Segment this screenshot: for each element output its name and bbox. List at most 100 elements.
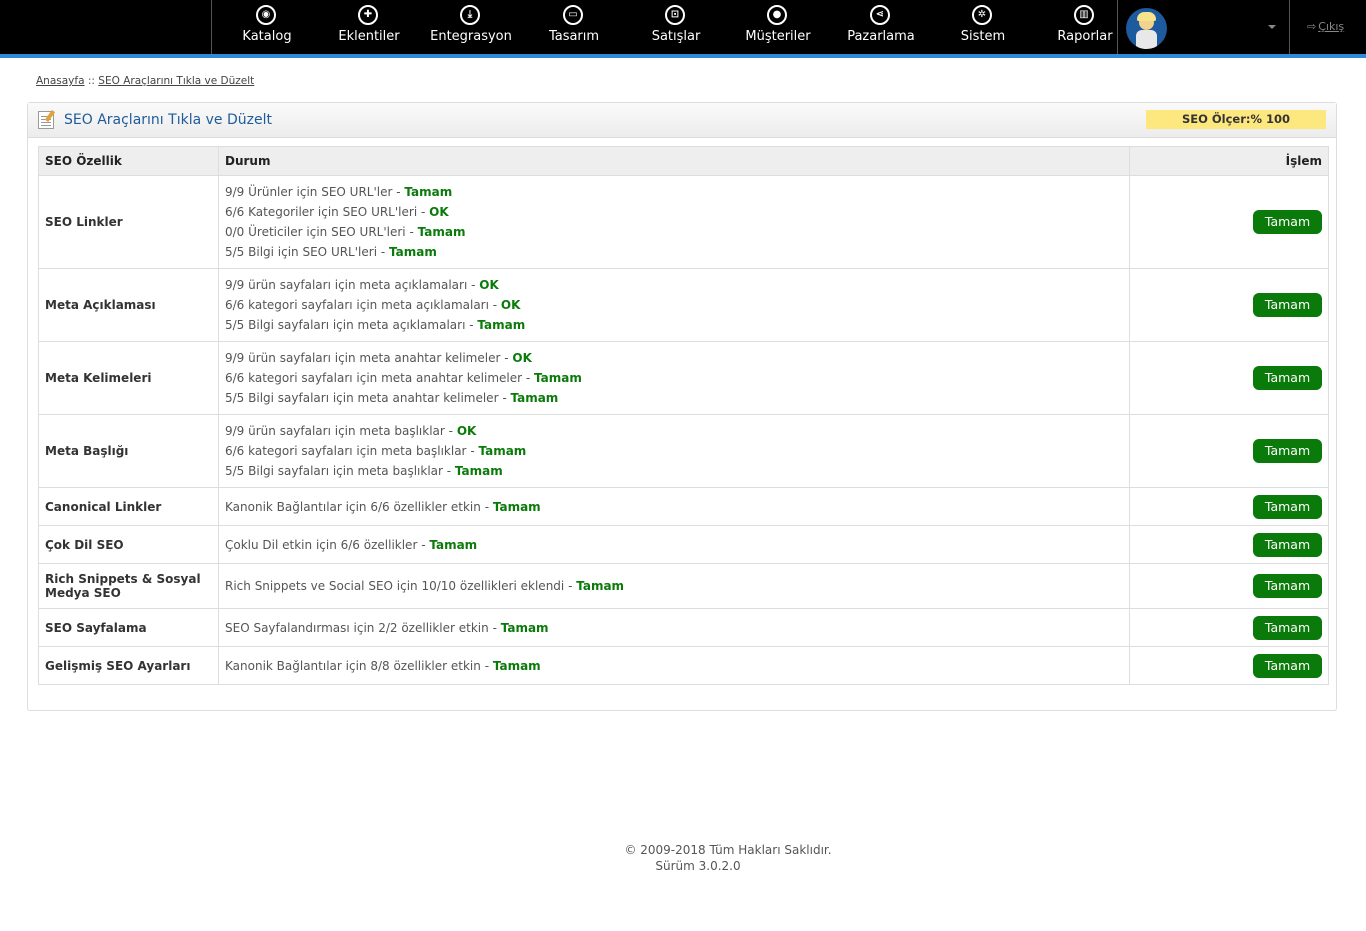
chevron-down-icon[interactable] xyxy=(1268,25,1276,29)
column-header-action: İşlem xyxy=(1129,146,1329,176)
navbar-divider xyxy=(1117,0,1118,54)
feature-name: SEO Linkler xyxy=(38,175,219,269)
status-result: OK xyxy=(500,298,521,312)
nav-label: Katalog xyxy=(242,29,292,44)
nav-item-katalog[interactable]: ◉ Katalog xyxy=(216,0,318,54)
nav-label: Sistem xyxy=(960,29,1006,44)
tamam-button[interactable]: Tamam xyxy=(1253,366,1322,390)
tamam-button[interactable]: Tamam xyxy=(1253,293,1322,317)
action-cell: Tamam xyxy=(1129,414,1329,488)
status-dash: - xyxy=(417,205,430,219)
action-cell: Tamam xyxy=(1129,563,1329,609)
nav-label: Pazarlama xyxy=(847,29,915,44)
tamam-button[interactable]: Tamam xyxy=(1253,210,1322,234)
tamam-button[interactable]: Tamam xyxy=(1253,532,1322,557)
status-cell: Çoklu Dil etkin için 6/6 özellikler - Ta… xyxy=(218,525,1130,564)
tamam-button[interactable]: Tamam xyxy=(1253,574,1322,598)
status-line: 9/9 ürün sayfaları için meta açıklamalar… xyxy=(225,275,1123,295)
monitor-icon: ▭ xyxy=(563,5,583,25)
column-header-feature: SEO Özellik xyxy=(38,146,219,176)
nav-label: Raporlar xyxy=(1057,29,1113,44)
nav-item-entegrasyon[interactable]: ⤓ Entegrasyon xyxy=(420,0,522,54)
status-text: 6/6 kategori sayfaları için meta başlıkl… xyxy=(225,444,467,458)
status-line: Kanonik Bağlantılar için 6/6 özellikler … xyxy=(225,497,1123,517)
status-dash: - xyxy=(442,464,455,478)
table-row: Rich Snippets & Sosyal Medya SEO Rich Sni… xyxy=(38,563,1329,609)
seo-meter-badge: SEO Ölçer:% 100 xyxy=(1146,110,1326,129)
navbar-accent-line xyxy=(0,54,1366,58)
navbar-divider xyxy=(211,0,212,54)
logout-link[interactable]: ⇨ Çıkış xyxy=(1307,20,1344,33)
avatar[interactable] xyxy=(1126,8,1167,49)
status-text: 0/0 Üreticiler için SEO URL'leri xyxy=(225,225,406,239)
nav-item-sistem[interactable]: ✲ Sistem xyxy=(932,0,1034,54)
nav-item-musteriler[interactable]: ● Müşteriler xyxy=(727,0,829,54)
share-icon: ⋖ xyxy=(870,5,890,25)
status-result: Tamam xyxy=(500,620,549,635)
status-result: OK xyxy=(429,205,449,219)
avatar-body xyxy=(1136,30,1157,49)
nav-label: Tasarım xyxy=(548,29,600,44)
status-result: OK xyxy=(512,351,532,365)
status-result: OK xyxy=(479,278,499,292)
tamam-button[interactable]: Tamam xyxy=(1253,653,1322,678)
breadcrumb-current[interactable]: SEO Araçlarını Tıkla ve Düzelt xyxy=(98,75,254,87)
status-dash: - xyxy=(488,620,501,635)
nav-item-pazarlama[interactable]: ⋖ Pazarlama xyxy=(830,0,932,54)
user-icon: ● xyxy=(767,5,787,25)
nav-item-eklentiler[interactable]: ✚ Eklentiler xyxy=(318,0,420,54)
edit-document-icon xyxy=(38,111,54,129)
status-dash: - xyxy=(498,391,511,405)
nav-item-satislar[interactable]: ⊡ Satışlar xyxy=(625,0,727,54)
nav-item-tasarim[interactable]: ▭ Tasarım xyxy=(523,0,625,54)
navbar-divider xyxy=(1289,0,1290,54)
nav-label: Müşteriler xyxy=(745,29,811,44)
status-line: 5/5 Bilgi sayfaları için meta başlıklar … xyxy=(225,461,1123,481)
tamam-button[interactable]: Tamam xyxy=(1253,494,1322,519)
status-cell: 9/9 ürün sayfaları için meta başlıklar -… xyxy=(218,414,1130,488)
top-navbar: ◉ Katalog ✚ Eklentiler ⤓ Entegrasyon ▭ T… xyxy=(0,0,1366,54)
status-dash: - xyxy=(480,499,493,514)
tamam-button[interactable]: Tamam xyxy=(1253,615,1322,640)
status-text: 5/5 Bilgi için SEO URL'leri xyxy=(225,245,378,259)
breadcrumb-separator: :: xyxy=(87,75,95,87)
action-cell: Tamam xyxy=(1129,525,1329,564)
logout-icon: ⇨ xyxy=(1307,20,1317,33)
table-row: Meta Başlığı 9/9 ürün sayfaları için meta… xyxy=(38,414,1329,488)
table-row: Canonical Linkler Kanonik Bağlantılar içi… xyxy=(38,487,1329,526)
status-line: 9/9 ürün sayfaları için meta başlıklar -… xyxy=(225,421,1123,441)
status-result: Tamam xyxy=(478,444,527,458)
avatar-hair xyxy=(1137,12,1156,21)
nav-item-raporlar[interactable]: ▥ Raporlar xyxy=(1034,0,1136,54)
action-cell: Tamam xyxy=(1129,487,1329,526)
status-line: 6/6 kategori sayfaları için meta başlıkl… xyxy=(225,441,1123,461)
status-cell: Kanonik Bağlantılar için 6/6 özellikler … xyxy=(218,487,1130,526)
status-text: 6/6 kategori sayfaları için meta açıklam… xyxy=(225,298,489,312)
table-header-row: SEO Özellik Durum İşlem xyxy=(38,146,1329,176)
logout-label: Çıkış xyxy=(1318,20,1345,33)
status-result: Tamam xyxy=(492,499,541,514)
nav-label: Eklentiler xyxy=(338,29,400,44)
status-dash: - xyxy=(417,537,430,552)
status-line: 5/5 Bilgi için SEO URL'leri - Tamam xyxy=(225,242,1123,262)
breadcrumb-home[interactable]: Anasayfa xyxy=(36,75,85,87)
bar-chart-icon: ▥ xyxy=(1074,5,1094,25)
puzzle-icon: ✚ xyxy=(358,5,378,25)
status-line: 6/6 kategori sayfaları için meta açıklam… xyxy=(225,295,1123,315)
status-result: Tamam xyxy=(404,185,453,199)
seo-panel: SEO Araçlarını Tıkla ve Düzelt SEO Ölçer… xyxy=(27,102,1337,711)
status-dash: - xyxy=(405,225,418,239)
status-line: Rich Snippets ve Social SEO için 10/10 ö… xyxy=(225,576,1123,596)
breadcrumb: Anasayfa :: SEO Araçlarını Tıkla ve Düze… xyxy=(36,75,254,87)
status-cell: 9/9 Ürünler için SEO URL'ler - Tamam 6/6 … xyxy=(218,175,1130,269)
action-cell: Tamam xyxy=(1129,175,1329,269)
status-dash: - xyxy=(500,351,513,365)
status-dash: - xyxy=(467,278,480,292)
status-line: 0/0 Üreticiler için SEO URL'leri - Tamam xyxy=(225,222,1123,242)
status-dash: - xyxy=(466,444,479,458)
status-text: 9/9 Ürünler için SEO URL'ler xyxy=(225,185,393,199)
status-dash: - xyxy=(465,318,478,332)
action-cell: Tamam xyxy=(1129,341,1329,415)
status-dash: - xyxy=(522,371,535,385)
tamam-button[interactable]: Tamam xyxy=(1253,439,1322,463)
